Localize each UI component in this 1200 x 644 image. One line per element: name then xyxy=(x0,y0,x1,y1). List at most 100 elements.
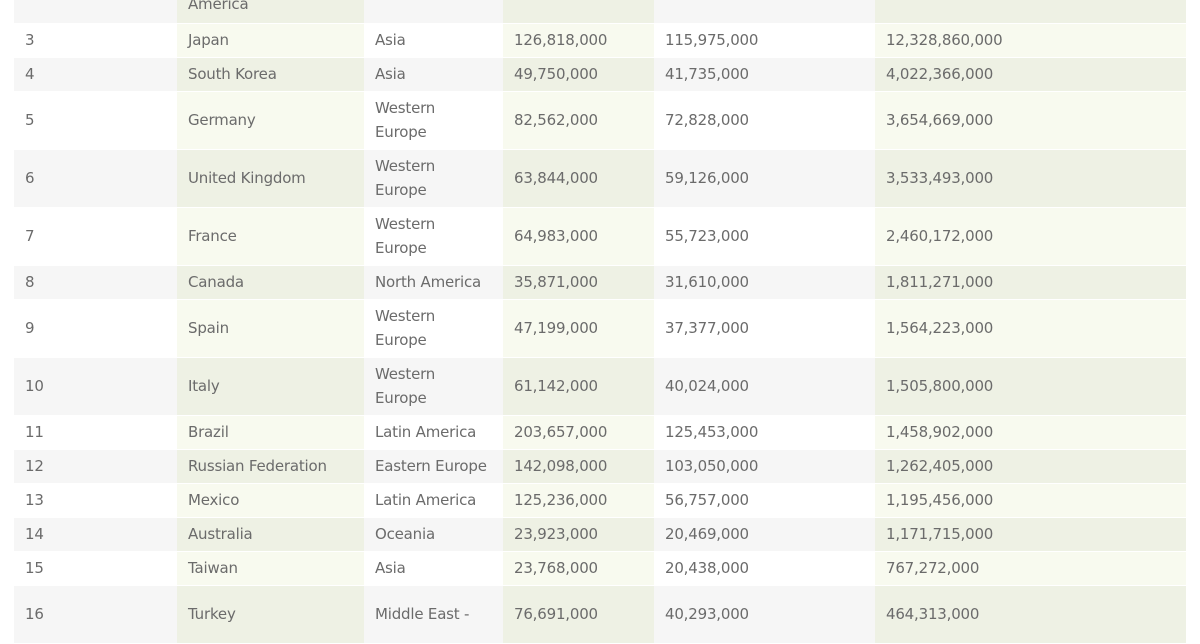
region-cell: Asia xyxy=(364,57,503,92)
users-cell: 59,126,000 xyxy=(654,149,875,208)
table-row: 14 Australia Oceania 23,923,000 20,469,000 1,… xyxy=(14,517,1186,552)
region-cell: Western Europe xyxy=(364,357,503,416)
table-row: 11 Brazil Latin America 203,657,000 125,453,… xyxy=(14,415,1186,450)
table-row: 3 Japan Asia 126,818,000 115,975,000 12,328,8… xyxy=(14,23,1186,58)
region-cell: Latin America xyxy=(364,415,503,450)
table-row: 6 United Kingdom Western Europe 63,844,000 59… xyxy=(14,149,1186,208)
country-cell: Turkey xyxy=(177,585,364,644)
users-cell: 41,735,000 xyxy=(654,57,875,92)
country-cell: South Korea xyxy=(177,57,364,92)
rank-cell xyxy=(14,0,177,24)
rank-cell: 16 xyxy=(14,585,177,644)
region-line-1: Western xyxy=(375,365,436,383)
region-line-2: Europe xyxy=(375,123,427,141)
region-line-2: Europe xyxy=(375,331,427,349)
region-cell: Oceania xyxy=(364,517,503,552)
region-cell: Eastern Europe xyxy=(364,449,503,484)
population-cell: 47,199,000 xyxy=(503,299,654,358)
population-cell: 82,562,000 xyxy=(503,91,654,150)
country-cell: Canada xyxy=(177,265,364,300)
table-row: 12 Russian Federation Eastern Europe 142,09… xyxy=(14,449,1186,484)
rank-cell: 3 xyxy=(14,23,177,58)
rank-cell: 14 xyxy=(14,517,177,552)
users-cell: 31,610,000 xyxy=(654,265,875,300)
users-cell: 40,024,000 xyxy=(654,357,875,416)
table-row: 8 Canada North America 35,871,000 31,610,000… xyxy=(14,265,1186,300)
revenue-cell: 1,811,271,000 xyxy=(875,265,1186,300)
rank-cell: 5 xyxy=(14,91,177,150)
revenue-cell: 4,022,366,000 xyxy=(875,57,1186,92)
revenue-cell: 3,654,669,000 xyxy=(875,91,1186,150)
rank-cell: 6 xyxy=(14,149,177,208)
region-line-1: Western xyxy=(375,157,436,175)
population-cell: 63,844,000 xyxy=(503,149,654,208)
population-cell: 23,768,000 xyxy=(503,551,654,586)
region-cell: Middle East - xyxy=(364,585,503,644)
table-row: 7 France Western Europe 64,983,000 55,723,000… xyxy=(14,207,1186,266)
country-cell: Russian Federation xyxy=(177,449,364,484)
rank-cell: 4 xyxy=(14,57,177,92)
users-cell: 56,757,000 xyxy=(654,483,875,518)
data-table-container: America 3 Japan Asia 126,818,000 115,975,000… xyxy=(14,0,1186,644)
region-cell: North America xyxy=(364,265,503,300)
revenue-cell: 2,460,172,000 xyxy=(875,207,1186,266)
revenue-cell: 1,195,456,000 xyxy=(875,483,1186,518)
rank-cell: 7 xyxy=(14,207,177,266)
users-cell: 115,975,000 xyxy=(654,23,875,58)
population-cell: 142,098,000 xyxy=(503,449,654,484)
users-cell: 103,050,000 xyxy=(654,449,875,484)
users-cell: 55,723,000 xyxy=(654,207,875,266)
country-cell: Mexico xyxy=(177,483,364,518)
region-cell: Asia xyxy=(364,23,503,58)
rank-cell: 13 xyxy=(14,483,177,518)
users-cell: 125,453,000 xyxy=(654,415,875,450)
population-cell: 76,691,000 xyxy=(503,585,654,644)
rank-cell: 12 xyxy=(14,449,177,484)
region-line-2: Europe xyxy=(375,239,427,257)
region-line-2: Europe xyxy=(375,181,427,199)
table-row: 4 South Korea Asia 49,750,000 41,735,000 4,02… xyxy=(14,57,1186,92)
population-cell xyxy=(503,0,654,24)
region-cell: Western Europe xyxy=(364,207,503,266)
table-row: 10 Italy Western Europe 61,142,000 40,024,000… xyxy=(14,357,1186,416)
country-cell: America xyxy=(177,0,364,24)
users-cell: 20,438,000 xyxy=(654,551,875,586)
users-cell: 20,469,000 xyxy=(654,517,875,552)
country-cell: France xyxy=(177,207,364,266)
table-row: 9 Spain Western Europe 47,199,000 37,377,000 1… xyxy=(14,299,1186,358)
population-cell: 23,923,000 xyxy=(503,517,654,552)
table-row: 5 Germany Western Europe 82,562,000 72,828,00… xyxy=(14,91,1186,150)
rank-cell: 11 xyxy=(14,415,177,450)
users-cell: 37,377,000 xyxy=(654,299,875,358)
table-body: America 3 Japan Asia 126,818,000 115,975,000… xyxy=(14,0,1186,644)
revenue-cell: 1,505,800,000 xyxy=(875,357,1186,416)
region-cell xyxy=(364,0,503,24)
population-cell: 64,983,000 xyxy=(503,207,654,266)
population-cell: 35,871,000 xyxy=(503,265,654,300)
population-cell: 49,750,000 xyxy=(503,57,654,92)
revenue-cell: 3,533,493,000 xyxy=(875,149,1186,208)
users-cell xyxy=(654,0,875,24)
country-cell: United Kingdom xyxy=(177,149,364,208)
revenue-cell: 12,328,860,000 xyxy=(875,23,1186,58)
country-table: America 3 Japan Asia 126,818,000 115,975,000… xyxy=(14,0,1186,644)
revenue-cell: 1,262,405,000 xyxy=(875,449,1186,484)
country-cell: Japan xyxy=(177,23,364,58)
population-cell: 61,142,000 xyxy=(503,357,654,416)
region-line-1: Western xyxy=(375,99,436,117)
population-cell: 125,236,000 xyxy=(503,483,654,518)
country-label: America xyxy=(188,0,249,14)
region-cell: Western Europe xyxy=(364,91,503,150)
table-row: 13 Mexico Latin America 125,236,000 56,757,0… xyxy=(14,483,1186,518)
country-cell: Taiwan xyxy=(177,551,364,586)
country-cell: Brazil xyxy=(177,415,364,450)
region-cell: Western Europe xyxy=(364,299,503,358)
rank-cell: 9 xyxy=(14,299,177,358)
region-line-1: Western xyxy=(375,307,436,325)
region-cell: Asia xyxy=(364,551,503,586)
table-row: 15 Taiwan Asia 23,768,000 20,438,000 767,272,… xyxy=(14,551,1186,586)
rank-cell: 15 xyxy=(14,551,177,586)
region-cell: Western Europe xyxy=(364,149,503,208)
users-cell: 72,828,000 xyxy=(654,91,875,150)
country-cell: Spain xyxy=(177,299,364,358)
